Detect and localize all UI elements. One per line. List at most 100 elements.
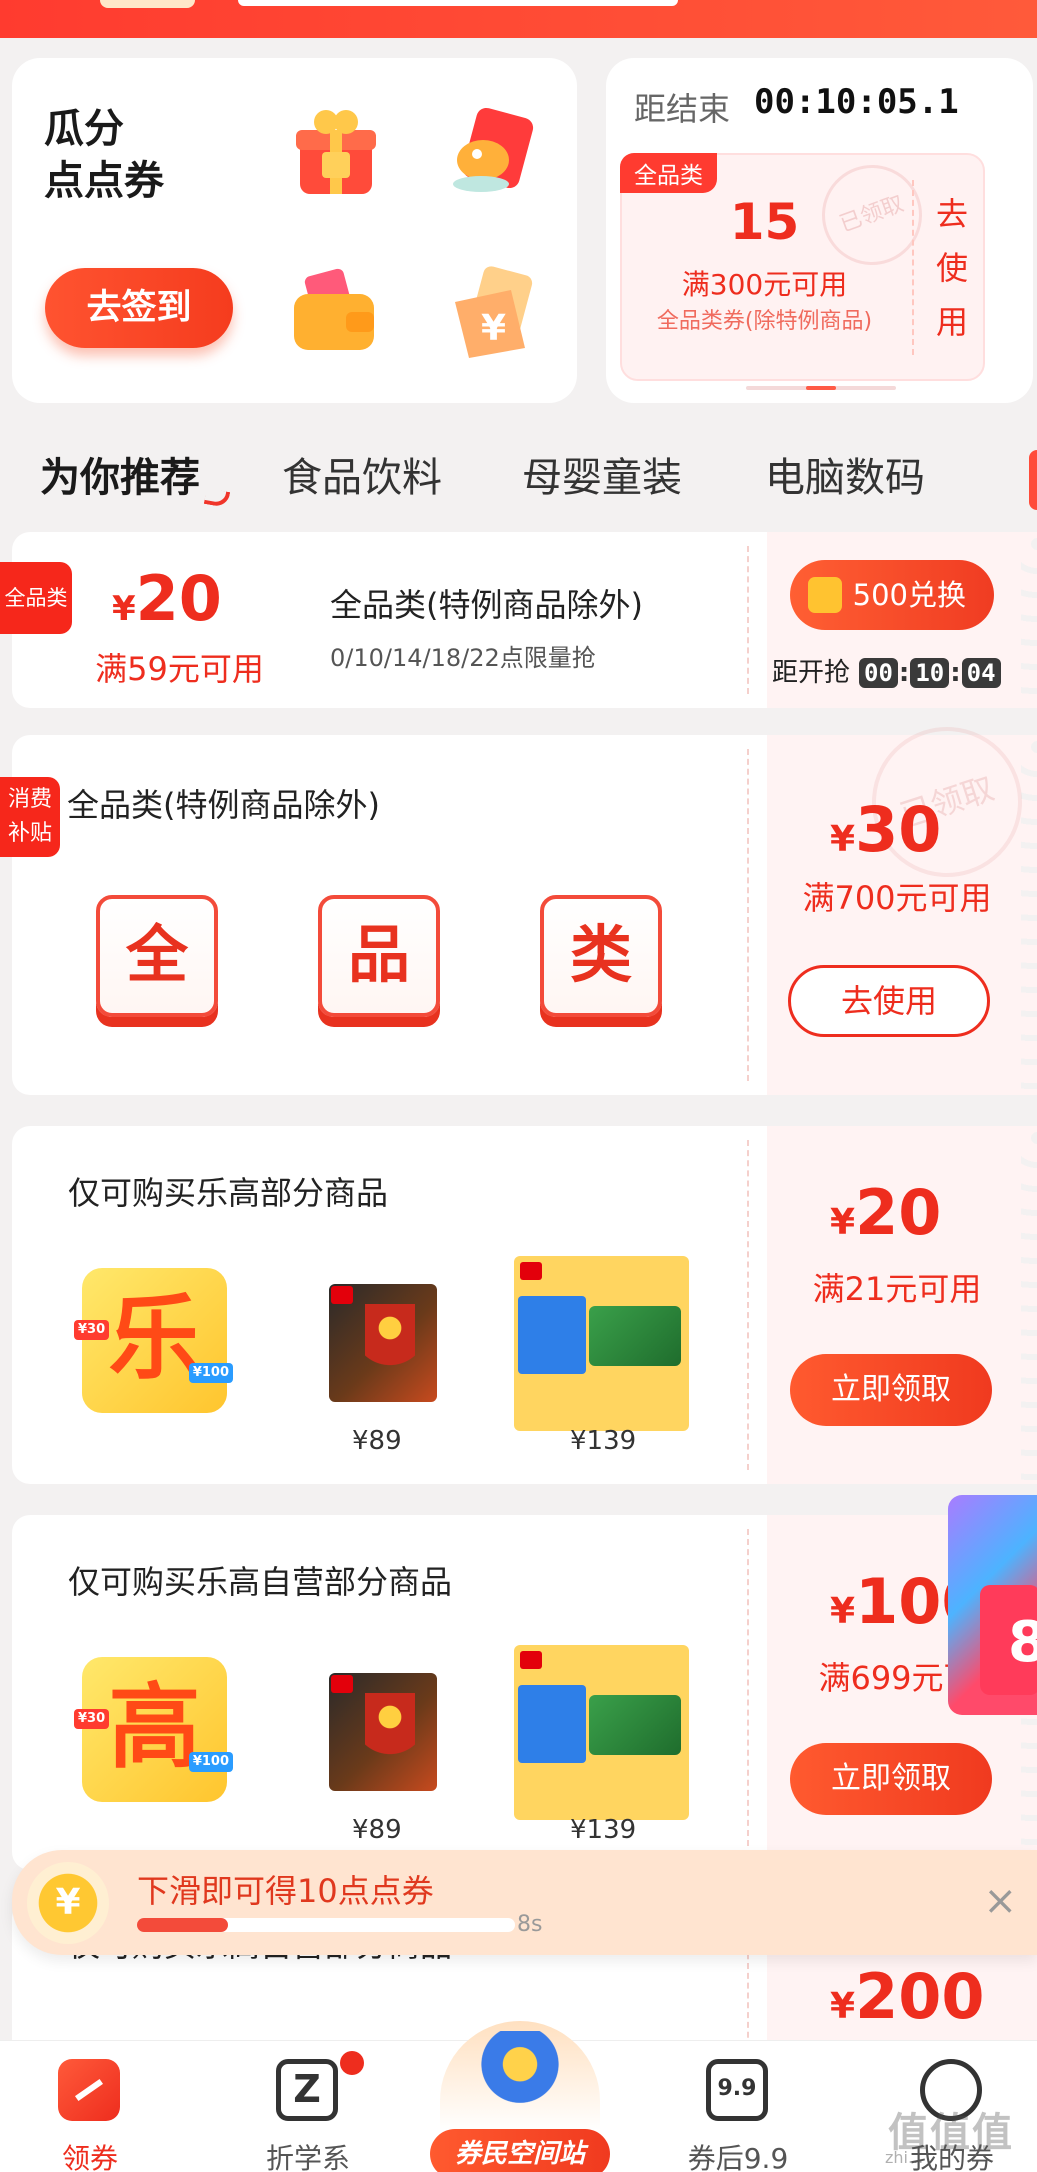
countdown-seconds: 04 [961,658,1001,688]
coupon-edge [1021,532,1037,708]
red-packet-icon [437,98,545,206]
active-tab-indicator [203,488,231,508]
use-char-1: 去 [935,195,968,233]
swipe-reward-banner: ¥ 下滑即可得10点点券 8s × [12,1850,1037,1955]
coupon-amount: ¥20 [112,562,222,635]
signin-title-line1: 瓜分 [44,106,124,152]
product-price-2: ¥139 [570,1426,637,1456]
nav-label: 券后9.9 [687,2142,789,2172]
nav-label: 券民空间站 [430,2129,610,2172]
yen-symbol: ¥ [830,819,856,860]
exchange-label: 500兑换 [852,578,966,612]
mini-coupon-desc: 全品类券(除特例商品) [656,309,873,334]
coupon-title: 全品类(特例商品除外) [67,786,380,824]
start-label: 距开抢 [772,658,851,688]
yen-symbol: ¥ [830,1202,856,1243]
coupon-perforation [747,546,749,694]
coupon-card-3: 仅可购买乐高部分商品 乐 ¥30 ¥100 ¥89 ¥139 ¥20 满21元可… [12,1126,1037,1484]
yen-symbol: ¥ [112,589,136,629]
coupon-condition: 满21元可用 [812,1270,982,1308]
tab-computer-digital[interactable]: 电脑数码 [765,445,925,503]
nav-label: 领券 [61,2142,118,2172]
amount-value: 20 [855,1176,942,1249]
coupon-perforation [747,1529,749,1856]
header-search-bar[interactable] [238,0,678,6]
subsidy-tag: 消费 补贴 [0,777,60,857]
coupon-condition: 满700元可用 [802,879,992,917]
checkin-button[interactable]: 去签到 [45,268,233,348]
mini-coupon-use-button[interactable]: 去 使 用 [932,187,972,349]
promo-number: 8 [1008,1610,1037,1675]
signin-title-line2: 点点券 [44,158,164,204]
floating-promo-badge[interactable]: 8 [948,1495,1037,1715]
countdown-label: 距结束 [634,90,731,128]
mini-coupon-tag: 全品类 [620,153,717,193]
z-icon: Z [276,2059,338,2121]
coupon-amount: ¥20 [830,1176,941,1249]
nine-nine-icon: 9.9 [706,2059,768,2121]
lego-brand-tile[interactable]: 高 ¥30 ¥100 [74,1657,233,1802]
coupon-card-1: 全品类 ¥20 满59元可用 全品类(特例商品除外) 0/10/14/18/22… [0,532,1037,708]
gift-icon [282,98,390,206]
amount-value: 200 [855,1960,985,2033]
start-countdown: 距开抢 00:10:04 [772,652,1002,689]
divider [912,180,914,355]
coupon-edge [1021,735,1037,1095]
tabs-more-edge[interactable] [1029,450,1037,510]
use-char-2: 使 [935,249,968,287]
tab-recommend[interactable]: 为你推荐 [40,445,200,503]
wallet-icon [280,258,388,366]
coupon-card-4: 仅可购买乐高自营部分商品 高 ¥30 ¥100 ¥89 ¥139 ¥100 满6… [12,1515,1037,1870]
nav-coupons[interactable]: 领券 [10,2041,170,2172]
swipe-progress-track [137,1918,515,1932]
product-image-1[interactable] [317,1657,447,1797]
nav-space-station[interactable]: 券民空间站 [430,2021,610,2172]
mini-coupon[interactable]: 全品类 已领取 15 满300元可用 全品类券(除特例商品) 去 使 用 [620,150,985,381]
product-image-1[interactable] [317,1268,447,1408]
subsidy-tag-line2: 补贴 [7,821,52,846]
brand-char: 乐 [108,1285,201,1392]
header-tag [100,0,195,8]
exchange-button[interactable]: 500兑换 [790,560,994,630]
use-char-3: 用 [935,303,968,341]
coupon-edge [1021,1126,1037,1484]
use-coupon-button[interactable]: 去使用 [788,965,990,1037]
coupon-perforation [747,749,749,1081]
lego-figure-icon [475,2031,565,2126]
badge-30: ¥30 [74,1709,110,1729]
product-price-1: ¥89 [352,1815,402,1845]
nav-zhexuexi[interactable]: Z 折学系 [228,2041,388,2172]
coupon-amount: ¥30 [830,793,941,866]
watermark-sub: zhi... [885,2148,924,2167]
points-coin-icon [808,577,842,613]
product-price-2: ¥139 [570,1815,637,1845]
product-image-2[interactable] [514,1645,689,1820]
coupon-title: 仅可购买乐高自营部分商品 [68,1563,453,1601]
signin-title: 瓜分 点点券 [44,103,164,207]
char-tile-product: 品 [318,895,440,1017]
coupon-title: 全品类(特例商品除外) [330,586,643,624]
lego-brand-tile[interactable]: 乐 ¥30 ¥100 [74,1268,233,1413]
coupon-card-2: 消费 补贴 全品类(特例商品除外) 全 品 类 已领取 ¥30 满700元可用 … [0,707,1037,1095]
claim-now-button[interactable]: 立即领取 [790,1743,992,1815]
category-tabs: 为你推荐 食品饮料 母婴童装 电脑数码 [0,430,1037,510]
tab-food-drink[interactable]: 食品饮料 [282,445,442,503]
product-price-1: ¥89 [352,1426,402,1456]
top-header-bar [0,0,1037,38]
nav-after-coupon-99[interactable]: 9.9 券后9.9 [658,2041,818,2172]
bottom-nav: 领券 Z 折学系 券民空间站 9.9 券后9.9 我的券 [0,2021,1037,2172]
subsidy-tag-line1: 消费 [7,787,52,812]
claim-now-button[interactable]: 立即领取 [790,1354,992,1426]
tab-mother-baby[interactable]: 母婴童装 [522,445,682,503]
notification-dot [340,2051,364,2075]
amount-value: 20 [135,562,222,635]
nav-label: 折学系 [265,2142,350,2172]
coupon-icon [58,2059,120,2121]
close-icon[interactable]: × [983,1878,1017,1924]
badge-100: ¥100 [188,1363,233,1383]
coupon-amount: ¥200 [830,1960,984,2033]
char-tile-category: 类 [540,895,662,1017]
yen-symbol: ¥ [830,1986,856,2027]
badge-100: ¥100 [188,1752,233,1772]
product-image-2[interactable] [514,1256,689,1431]
